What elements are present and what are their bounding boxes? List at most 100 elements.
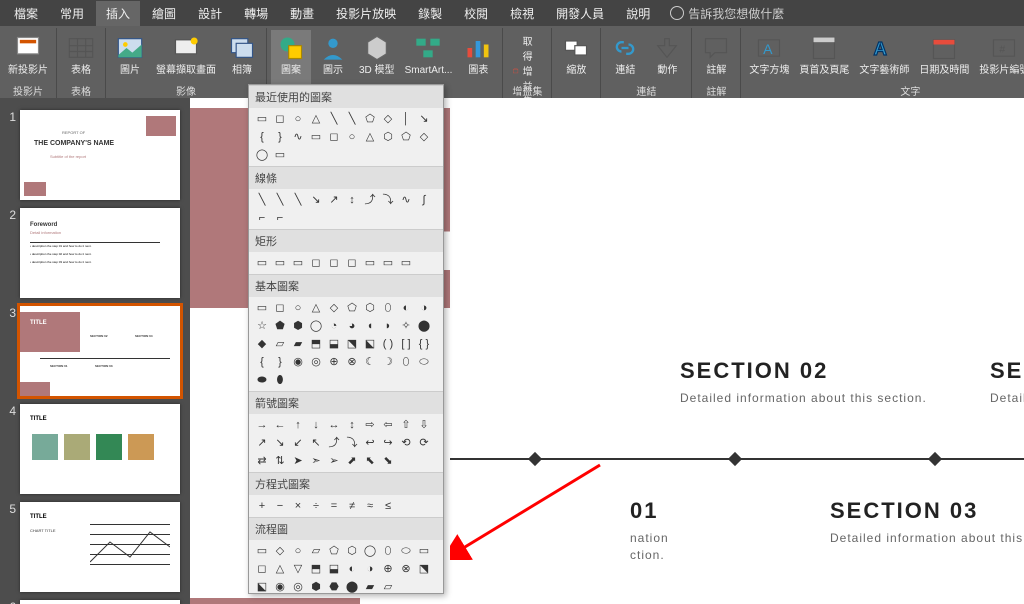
menu-record[interactable]: 錄製: [408, 1, 452, 26]
shape-item-arrows-16[interactable]: ↩: [361, 434, 379, 452]
shape-item-basic-19[interactable]: ⬤: [415, 317, 433, 335]
shape-item-arrows-21[interactable]: ⇅: [271, 452, 289, 470]
shape-item-arrows-17[interactable]: ↪: [379, 434, 397, 452]
shape-item-basic-36[interactable]: ☾: [361, 353, 379, 371]
shape-item-recent-19[interactable]: ◇: [415, 128, 433, 146]
menu-file[interactable]: 檔案: [4, 1, 48, 26]
shape-item-lines-11[interactable]: ⌐: [271, 209, 289, 227]
shape-item-flowchart-24[interactable]: ⬣: [325, 578, 343, 594]
menu-insert[interactable]: 插入: [96, 1, 140, 26]
shape-item-flowchart-9[interactable]: ▭: [415, 542, 433, 560]
thumb-row-6[interactable]: 6 TITLE: [0, 596, 190, 604]
shape-item-flowchart-23[interactable]: ⬢: [307, 578, 325, 594]
datetime-button[interactable]: 日期及時間: [915, 30, 973, 84]
shape-item-arrows-0[interactable]: →: [253, 416, 271, 434]
thumb-row-5[interactable]: 5 TITLE CHART TITLE: [0, 498, 190, 596]
menu-view[interactable]: 檢視: [500, 1, 544, 26]
shape-item-arrows-3[interactable]: ↓: [307, 416, 325, 434]
shape-item-basic-6[interactable]: ⬡: [361, 299, 379, 317]
shape-item-equation-4[interactable]: =: [325, 497, 343, 515]
shape-item-recent-21[interactable]: ▭: [271, 146, 289, 164]
shape-item-equation-5[interactable]: ≠: [343, 497, 361, 515]
shape-item-basic-24[interactable]: ⬓: [325, 335, 343, 353]
menu-animations[interactable]: 動畫: [280, 1, 324, 26]
shape-item-equation-2[interactable]: ×: [289, 497, 307, 515]
shape-item-arrows-1[interactable]: ←: [271, 416, 289, 434]
shape-item-recent-13[interactable]: ▭: [307, 128, 325, 146]
wordart-button[interactable]: A 文字藝術師: [855, 30, 913, 84]
shape-item-arrows-12[interactable]: ↙: [289, 434, 307, 452]
shape-item-equation-1[interactable]: −: [271, 497, 289, 515]
shapes-button[interactable]: 圖案: [271, 30, 311, 84]
shape-item-flowchart-16[interactable]: ◑: [361, 560, 379, 578]
thumbnail-panel[interactable]: 1 REPORT OF THE COMPANY'S NAME Subtitle …: [0, 98, 190, 604]
shape-item-basic-21[interactable]: ▱: [271, 335, 289, 353]
shape-item-recent-1[interactable]: ◻: [271, 110, 289, 128]
shape-item-arrows-26[interactable]: ⬉: [361, 452, 379, 470]
thumb-1[interactable]: REPORT OF THE COMPANY'S NAME Subtitle of…: [20, 110, 180, 200]
menu-draw[interactable]: 繪圖: [142, 1, 186, 26]
shape-item-basic-5[interactable]: ⬠: [343, 299, 361, 317]
shape-item-lines-3[interactable]: ↘: [307, 191, 325, 209]
shape-item-arrows-5[interactable]: ↕: [343, 416, 361, 434]
thumb-row-3[interactable]: 3 TITLE SECTION 02 SECTION 04 SECTION 01…: [0, 302, 190, 400]
shape-item-basic-33[interactable]: ◎: [307, 353, 325, 371]
shape-item-flowchart-1[interactable]: ◇: [271, 542, 289, 560]
shape-item-equation-7[interactable]: ≤: [379, 497, 397, 515]
shape-item-basic-18[interactable]: ✧: [397, 317, 415, 335]
shape-item-flowchart-15[interactable]: ◐: [343, 560, 361, 578]
thumb-2[interactable]: Foreword Detail information • descriptio…: [20, 208, 180, 298]
shape-item-arrows-8[interactable]: ⇧: [397, 416, 415, 434]
shape-item-recent-15[interactable]: ○: [343, 128, 361, 146]
shape-item-lines-9[interactable]: ∫: [415, 191, 433, 209]
shape-item-arrows-2[interactable]: ↑: [289, 416, 307, 434]
shape-item-rectangles-0[interactable]: ▭: [253, 254, 271, 272]
shape-item-flowchart-14[interactable]: ⬓: [325, 560, 343, 578]
shape-item-flowchart-17[interactable]: ⊕: [379, 560, 397, 578]
shape-item-arrows-25[interactable]: ⬈: [343, 452, 361, 470]
textbox-button[interactable]: A 文字方塊: [745, 30, 793, 84]
shape-item-basic-10[interactable]: ☆: [253, 317, 271, 335]
shape-item-lines-8[interactable]: ∿: [397, 191, 415, 209]
shape-item-flowchart-21[interactable]: ◉: [271, 578, 289, 594]
shape-item-basic-29[interactable]: { }: [415, 335, 433, 353]
shape-item-basic-16[interactable]: ◖: [361, 317, 379, 335]
shape-item-basic-23[interactable]: ⬒: [307, 335, 325, 353]
header-button[interactable]: 頁首及頁尾: [795, 30, 853, 84]
shape-item-basic-14[interactable]: ◔: [325, 317, 343, 335]
new-slide-button[interactable]: 新投影片: [4, 30, 52, 84]
shape-item-flowchart-12[interactable]: ▽: [289, 560, 307, 578]
shape-item-recent-8[interactable]: │: [397, 110, 415, 128]
shape-item-lines-6[interactable]: ⤴: [361, 191, 379, 209]
shape-item-arrows-4[interactable]: ↔: [325, 416, 343, 434]
shape-item-rectangles-2[interactable]: ▭: [289, 254, 307, 272]
shape-item-lines-10[interactable]: ⌐: [253, 209, 271, 227]
shape-item-recent-17[interactable]: ⬡: [379, 128, 397, 146]
comment-button[interactable]: 註解: [696, 30, 736, 84]
menu-review[interactable]: 校閱: [454, 1, 498, 26]
shape-item-basic-25[interactable]: ⬔: [343, 335, 361, 353]
shape-item-recent-14[interactable]: ◻: [325, 128, 343, 146]
shape-item-arrows-11[interactable]: ↘: [271, 434, 289, 452]
shape-item-equation-6[interactable]: ≈: [361, 497, 379, 515]
shape-item-basic-27[interactable]: ( ): [379, 335, 397, 353]
shape-item-flowchart-26[interactable]: ▰: [361, 578, 379, 594]
shape-item-basic-26[interactable]: ⬕: [361, 335, 379, 353]
shape-item-basic-30[interactable]: {: [253, 353, 271, 371]
shape-item-lines-5[interactable]: ↕: [343, 191, 361, 209]
shape-item-flowchart-19[interactable]: ⬔: [415, 560, 433, 578]
shape-item-basic-11[interactable]: ⬟: [271, 317, 289, 335]
shape-item-recent-4[interactable]: ╲: [325, 110, 343, 128]
shape-item-basic-41[interactable]: ⬮: [271, 371, 289, 389]
screenshot-button[interactable]: 螢幕擷取畫面: [152, 30, 220, 84]
smartart-button[interactable]: SmartArt...: [401, 30, 457, 84]
shape-item-basic-39[interactable]: ⬭: [415, 353, 433, 371]
shape-item-flowchart-10[interactable]: ◻: [253, 560, 271, 578]
shape-item-basic-0[interactable]: ▭: [253, 299, 271, 317]
shapes-dropdown-panel[interactable]: 最近使用的圖案 ▭◻○△╲╲⬠◇│↘{}∿▭◻○△⬡⬠◇◯▭ 線條 ╲╲╲↘↗↕…: [248, 84, 444, 594]
tell-me[interactable]: 告訴我您想做什麼: [670, 5, 784, 22]
chart-button[interactable]: 圖表: [458, 30, 498, 84]
shape-item-recent-12[interactable]: ∿: [289, 128, 307, 146]
album-button[interactable]: 相簿: [222, 30, 262, 84]
shape-item-basic-17[interactable]: ◗: [379, 317, 397, 335]
